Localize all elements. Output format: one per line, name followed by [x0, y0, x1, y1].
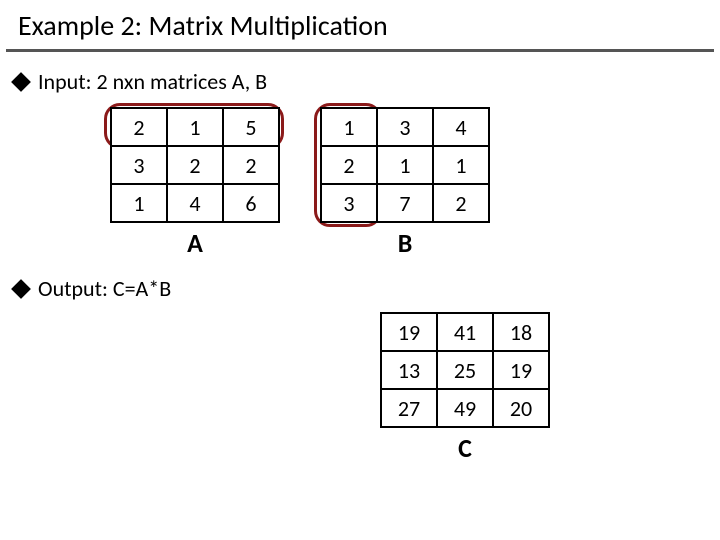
- cell: 49: [437, 389, 493, 427]
- cell: 2: [433, 184, 489, 222]
- cell: 41: [437, 313, 493, 351]
- cell: 3: [377, 108, 433, 146]
- cell: 1: [321, 108, 377, 146]
- diamond-icon: [11, 279, 31, 299]
- cell: 2: [167, 146, 223, 184]
- table-row: 1 4 6: [111, 184, 279, 222]
- matrix-c-label: C: [458, 432, 472, 464]
- matrix-a: 2 1 5 3 2 2 1 4 6: [110, 107, 280, 223]
- cell: 2: [321, 146, 377, 184]
- input-text: Input: 2 nxn matrices A, B: [38, 68, 267, 95]
- table-row: 3 7 2: [321, 184, 489, 222]
- top-matrices: 2 1 5 3 2 2 1 4 6 A 1 3 4: [0, 97, 720, 259]
- table-row: 1 3 4: [321, 108, 489, 146]
- cell: 13: [381, 351, 437, 389]
- cell: 1: [111, 184, 167, 222]
- table-row: 19 41 18: [381, 313, 549, 351]
- output-bullet: Output: C=A*B: [0, 273, 720, 304]
- table-row: 3 2 2: [111, 146, 279, 184]
- diamond-icon: [11, 72, 31, 92]
- cell: 2: [223, 146, 279, 184]
- input-bullet: Input: 2 nxn matrices A, B: [0, 66, 720, 97]
- table-row: 13 25 19: [381, 351, 549, 389]
- cell: 25: [437, 351, 493, 389]
- matrix-a-block: 2 1 5 3 2 2 1 4 6 A: [110, 107, 280, 259]
- table-row: 27 49 20: [381, 389, 549, 427]
- matrix-b: 1 3 4 2 1 1 3 7 2: [320, 107, 490, 223]
- cell: 20: [493, 389, 549, 427]
- output-text: Output: C=A*B: [38, 275, 171, 302]
- cell: 18: [493, 313, 549, 351]
- matrix-b-block: 1 3 4 2 1 1 3 7 2 B: [320, 107, 490, 259]
- cell: 2: [111, 108, 167, 146]
- matrix-a-label: A: [187, 227, 203, 259]
- table-row: 2 1 1: [321, 146, 489, 184]
- table-row: 2 1 5: [111, 108, 279, 146]
- slide-title: Example 2: Matrix Multiplication: [6, 0, 714, 52]
- cell: 4: [167, 184, 223, 222]
- matrix-c: 19 41 18 13 25 19 27 49 20: [380, 312, 550, 428]
- matrix-b-label: B: [398, 227, 413, 259]
- cell: 4: [433, 108, 489, 146]
- cell: 1: [167, 108, 223, 146]
- cell: 5: [223, 108, 279, 146]
- cell: 3: [111, 146, 167, 184]
- cell: 6: [223, 184, 279, 222]
- cell: 7: [377, 184, 433, 222]
- cell: 1: [433, 146, 489, 184]
- cell: 3: [321, 184, 377, 222]
- cell: 1: [377, 146, 433, 184]
- cell: 19: [493, 351, 549, 389]
- cell: 19: [381, 313, 437, 351]
- matrix-c-block: 19 41 18 13 25 19 27 49 20 C: [0, 312, 720, 464]
- cell: 27: [381, 389, 437, 427]
